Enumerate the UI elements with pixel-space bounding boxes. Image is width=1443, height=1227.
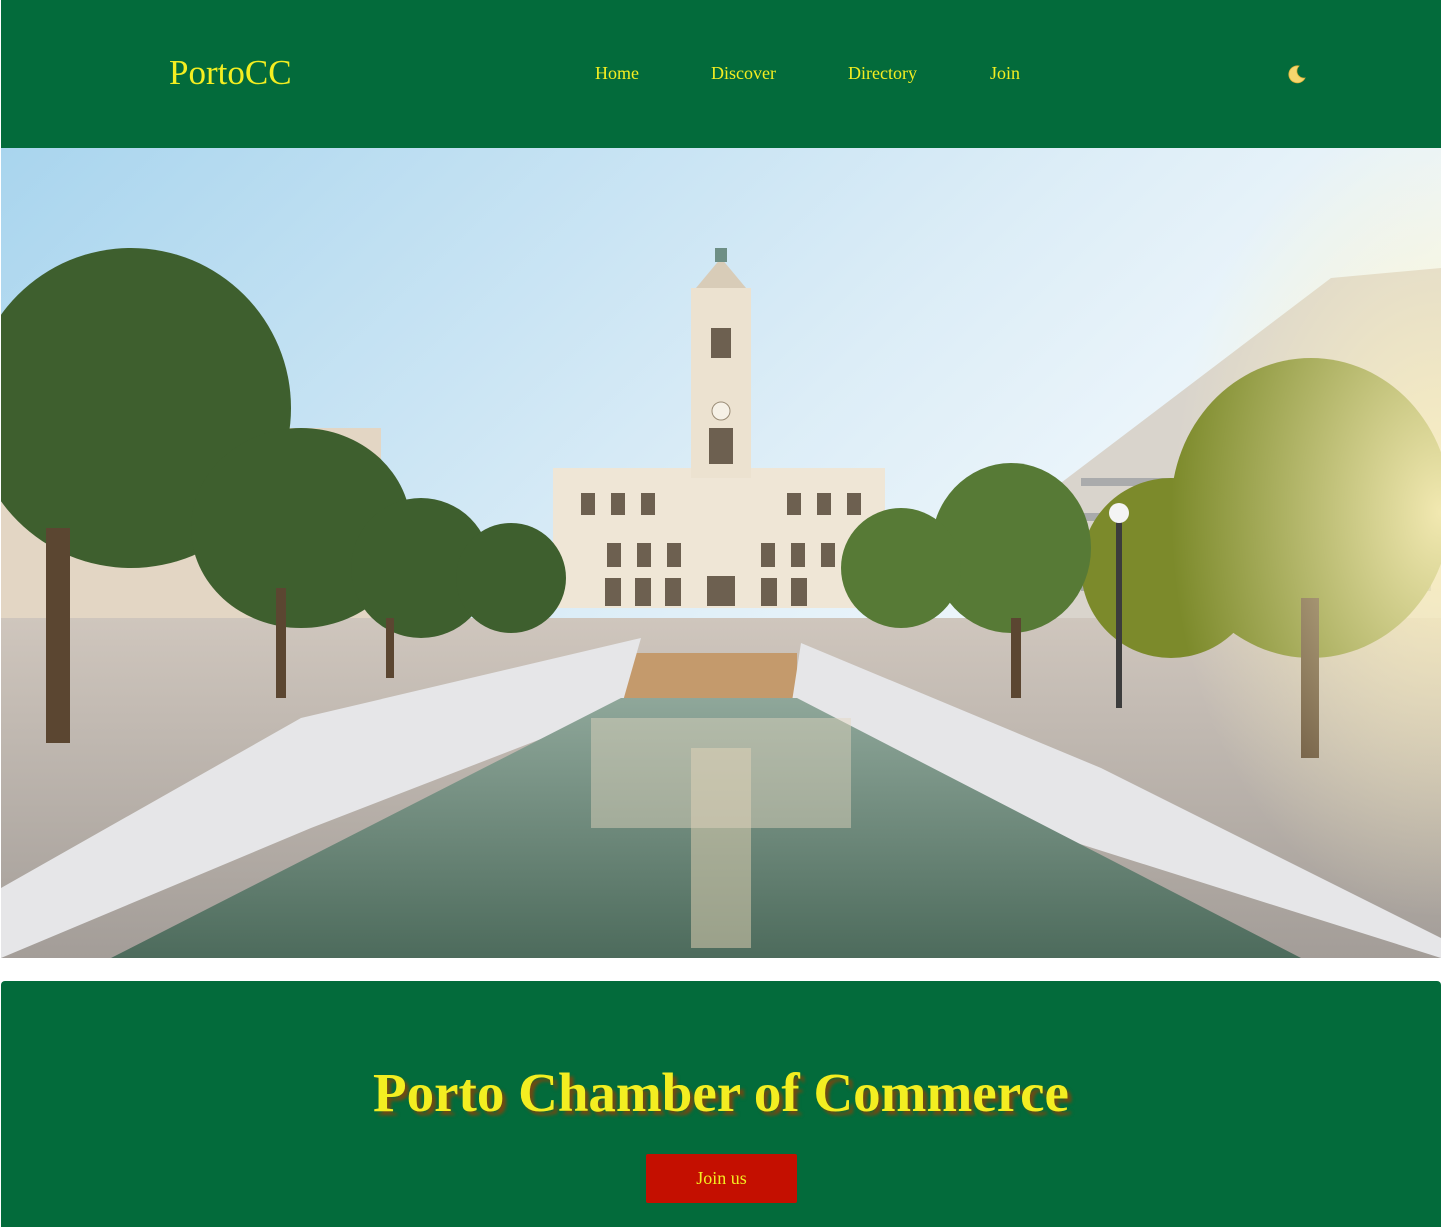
nav-discover-link[interactable]: Discover (711, 62, 776, 84)
nav-home-link[interactable]: Home (595, 62, 639, 84)
theme-toggle-button[interactable] (1285, 63, 1307, 85)
main-nav: Home Discover Directory Join (1, 62, 1441, 86)
hero-image (1, 148, 1441, 958)
site-header: PortoCC Home Discover Directory Join (1, 0, 1441, 148)
moon-icon (1288, 65, 1306, 84)
join-us-button[interactable]: Join us (646, 1154, 797, 1203)
banner-title: Porto Chamber of Commerce (373, 1062, 1069, 1123)
nav-join-link[interactable]: Join (990, 62, 1020, 84)
city-hall-illustration (1, 148, 1441, 958)
hero-banner: Porto Chamber of Commerce Join us (1, 981, 1441, 1227)
page: PortoCC Home Discover Directory Join Por… (0, 0, 1443, 1227)
nav-directory-link[interactable]: Directory (848, 62, 917, 84)
